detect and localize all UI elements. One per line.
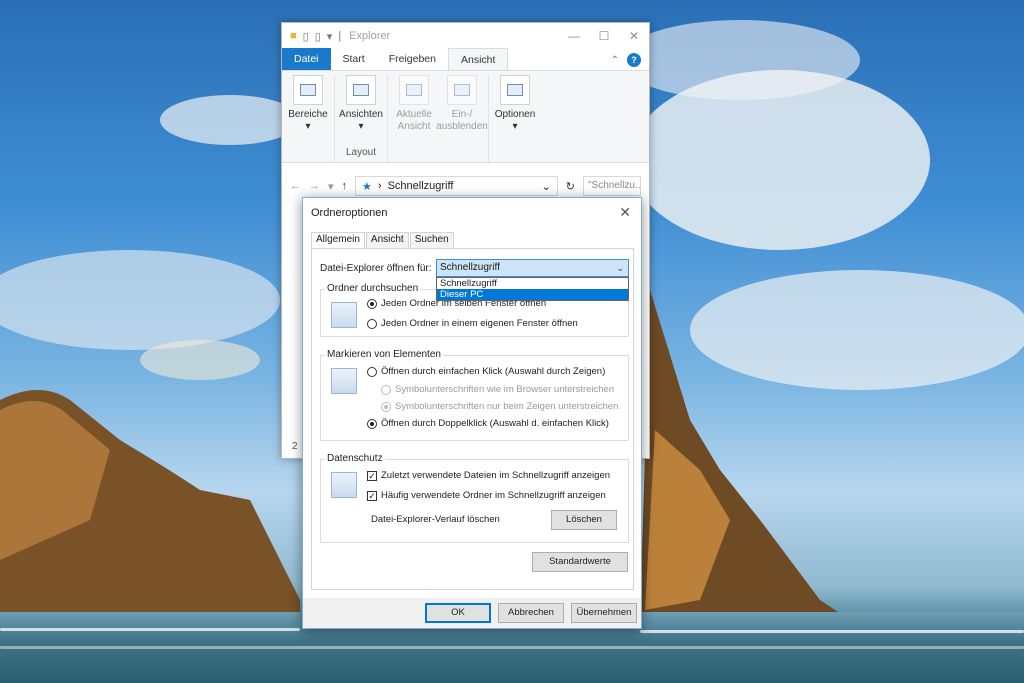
- options-icon: [500, 75, 530, 105]
- click-items-group: Markieren von Elementen Öffnen durch ein…: [320, 349, 629, 441]
- dropdown-option[interactable]: Dieser PC: [437, 289, 628, 300]
- frequent-folders-option[interactable]: ✓ Häufig verwendete Ordner im Schnellzug…: [367, 490, 606, 501]
- dropdown-arrow-icon[interactable]: ▾: [327, 30, 333, 43]
- ribbon-group-options: Optionen ▾: [489, 75, 541, 162]
- checkbox[interactable]: ✓: [367, 470, 377, 481]
- ribbon: Bereiche ▾ Ansichten ▾ Layout Aktuelle Ans…: [282, 71, 649, 163]
- explorer-title: Explorer: [349, 30, 391, 42]
- maximize-button[interactable]: ☐: [589, 29, 619, 43]
- ribbon-group-layout: Ansichten ▾ Layout: [335, 75, 388, 162]
- group-label: Markieren von Elementen: [325, 349, 443, 360]
- checkbox[interactable]: ✓: [367, 490, 377, 501]
- forward-icon[interactable]: →: [309, 180, 320, 192]
- tab-allgemein[interactable]: Allgemein: [311, 232, 365, 249]
- group-label: Ordner durchsuchen: [325, 283, 421, 294]
- radio[interactable]: [381, 384, 391, 395]
- back-icon[interactable]: ←: [290, 180, 301, 192]
- recent-icon[interactable]: ▾: [328, 180, 334, 193]
- single-click-option[interactable]: Öffnen durch einfachen Klick (Auswahl du…: [367, 366, 605, 377]
- address-bar[interactable]: ★ › Schnellzugriff ⌄: [355, 176, 558, 196]
- tab-ansicht[interactable]: Ansicht: [447, 48, 509, 70]
- refresh-icon[interactable]: ↻: [566, 180, 575, 193]
- help-icon[interactable]: ?: [627, 53, 641, 67]
- views-icon: [346, 75, 376, 105]
- wave: [0, 628, 300, 631]
- wave: [0, 646, 1024, 649]
- address-text: Schnellzugriff: [387, 180, 454, 192]
- dialog-tabs: Allgemein Ansicht Suchen: [311, 232, 455, 249]
- current-view-icon: [399, 75, 429, 105]
- ribbon-tabs: Datei Start Freigeben Ansicht ⌃ ?: [282, 48, 649, 71]
- apply-button[interactable]: Übernehmen: [571, 603, 637, 623]
- chevron-down-icon: ⌄: [616, 263, 624, 273]
- ein-ausblenden-button[interactable]: Ein-/ ausblenden: [436, 75, 488, 133]
- open-for-select[interactable]: Schnellzugriff ⌄: [436, 259, 629, 277]
- tab-panel-general: Datei-Explorer öffnen für: Schnellzugrif…: [311, 248, 634, 590]
- dialog-titlebar: Ordneroptionen ✕: [303, 198, 641, 228]
- optionen-button[interactable]: Optionen ▾: [493, 75, 537, 133]
- open-for-dropdown: Schnellzugriff Dieser PC: [436, 277, 629, 301]
- new-folder-icon[interactable]: ▯: [315, 30, 321, 43]
- restore-defaults-button[interactable]: Standardwerte: [532, 552, 628, 572]
- underline-browser-option[interactable]: Symbolunterschriften wie im Browser unte…: [381, 384, 614, 395]
- radio[interactable]: [367, 418, 377, 429]
- breadcrumb-chevron-icon: ›: [377, 180, 382, 192]
- ok-button[interactable]: OK: [425, 603, 491, 623]
- cancel-button[interactable]: Abbrechen: [498, 603, 564, 623]
- window-icon: [331, 302, 357, 328]
- explorer-titlebar: ■ ▯ ▯ ▾ | Explorer — ☐ ✕: [282, 23, 649, 49]
- radio[interactable]: [367, 318, 377, 329]
- radio[interactable]: [367, 366, 377, 377]
- wave: [640, 630, 1024, 633]
- clear-history-button[interactable]: Löschen: [551, 510, 617, 530]
- panes-icon: [293, 75, 323, 105]
- clear-history-label: Datei-Explorer-Verlauf löschen: [371, 514, 500, 525]
- cursor-icon: [331, 368, 357, 394]
- close-button[interactable]: ✕: [619, 29, 649, 43]
- folder-icon: ■: [290, 30, 297, 42]
- properties-icon[interactable]: ▯: [303, 30, 309, 43]
- privacy-group: Datenschutz ✓ Zuletzt verwendete Dateien…: [320, 453, 629, 543]
- underline-hover-option[interactable]: Symbolunterschriften nur beim Zeigen unt…: [381, 401, 618, 412]
- tab-start[interactable]: Start: [331, 48, 377, 70]
- layout-group-label: Layout: [345, 147, 377, 158]
- browse-own-window-option[interactable]: Jeden Ordner in einem eigenen Fenster öf…: [367, 318, 578, 329]
- folder-options-dialog: Ordneroptionen ✕ Allgemein Ansicht Suche…: [302, 197, 642, 629]
- search-input[interactable]: "Schnellzu...: [583, 176, 641, 196]
- open-for-label: Datei-Explorer öffnen für:: [320, 263, 432, 274]
- ribbon-collapse-icon[interactable]: ⌃: [611, 55, 619, 66]
- tab-ansicht[interactable]: Ansicht: [365, 232, 409, 248]
- dropdown-option[interactable]: Schnellzugriff: [437, 278, 628, 289]
- radio[interactable]: [367, 298, 377, 309]
- bereiche-button[interactable]: Bereiche ▾: [286, 75, 330, 133]
- tab-datei[interactable]: Datei: [282, 48, 331, 70]
- up-icon[interactable]: ↑: [342, 180, 348, 192]
- status-bar-count: 2: [292, 441, 298, 452]
- chevron-down-icon[interactable]: ⌄: [542, 180, 551, 193]
- privacy-icon: [331, 472, 357, 498]
- minimize-button[interactable]: —: [559, 29, 589, 43]
- dialog-title: Ordneroptionen: [311, 207, 388, 219]
- star-icon: ★: [362, 180, 372, 193]
- tab-freigeben[interactable]: Freigeben: [377, 48, 448, 70]
- ribbon-group-panes: Bereiche ▾: [282, 75, 335, 162]
- ansichten-button[interactable]: Ansichten ▾: [339, 75, 383, 133]
- dialog-footer: OK Abbrechen Übernehmen: [303, 598, 641, 628]
- show-hide-icon: [447, 75, 477, 105]
- close-icon[interactable]: ✕: [619, 204, 631, 221]
- double-click-option[interactable]: Öffnen durch Doppelklick (Auswahl d. ein…: [367, 418, 609, 429]
- group-label: Datenschutz: [325, 453, 385, 464]
- ribbon-group-current-view: Aktuelle Ansicht Ein-/ ausblenden: [388, 75, 489, 162]
- radio[interactable]: [381, 401, 391, 412]
- recent-files-option[interactable]: ✓ Zuletzt verwendete Dateien im Schnellz…: [367, 470, 610, 481]
- aktuelle-ansicht-button[interactable]: Aktuelle Ansicht: [392, 75, 436, 133]
- tab-suchen[interactable]: Suchen: [409, 232, 454, 248]
